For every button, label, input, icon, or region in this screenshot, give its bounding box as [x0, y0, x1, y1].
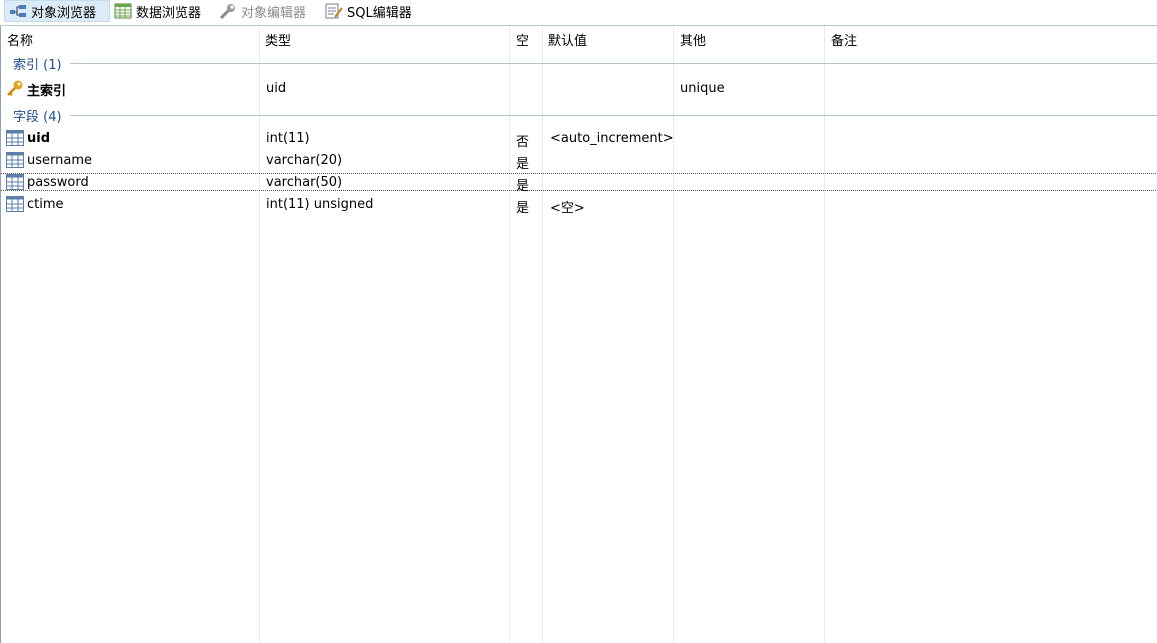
index-name: 主索引 — [27, 84, 67, 99]
object-browser-label: 对象浏览器 — [31, 5, 97, 21]
column-header-name[interactable]: 名称 — [7, 30, 33, 49]
field-type: varchar(20) — [266, 153, 343, 168]
field-name: uid — [27, 131, 51, 146]
selected-row-outline — [1, 173, 1156, 191]
section-divider — [70, 115, 1157, 116]
object-editor-tab[interactable]: 对象编辑器 — [219, 0, 306, 22]
field-default: <auto_increment> — [550, 131, 674, 146]
field-default: <空> — [550, 201, 585, 216]
field-null: 否 — [516, 135, 530, 150]
key-icon — [6, 80, 24, 96]
data-browser-tab[interactable]: 数据浏览器 — [114, 0, 201, 22]
wrench-icon — [219, 3, 237, 20]
column-header-comment[interactable]: 备注 — [831, 30, 857, 49]
field-name: password — [27, 175, 89, 190]
field-name: username — [27, 153, 92, 168]
field-name: ctime — [27, 197, 64, 212]
col-divider — [824, 26, 825, 643]
section-divider — [70, 63, 1157, 64]
field-null: 是 — [516, 179, 530, 194]
index-type: uid — [266, 81, 287, 96]
sql-editor-label: SQL编辑器 — [347, 5, 412, 21]
field-type: int(11) unsigned — [266, 197, 374, 212]
column-icon — [6, 130, 24, 146]
object-browser-icon — [9, 3, 27, 19]
object-browser-tab[interactable]: 对象浏览器 — [4, 0, 110, 22]
object-editor-label: 对象编辑器 — [241, 5, 307, 21]
column-header-default[interactable]: 默认值 — [548, 30, 587, 49]
column-icon — [6, 196, 24, 212]
data-browser-icon — [114, 3, 132, 19]
field-type: varchar(50) — [266, 175, 343, 190]
col-divider — [259, 26, 260, 643]
col-divider — [673, 26, 674, 643]
field-null: 是 — [516, 157, 530, 172]
column-header-type[interactable]: 类型 — [265, 30, 291, 49]
column-icon — [6, 174, 24, 190]
column-icon — [6, 152, 24, 168]
column-header-null[interactable]: 空 — [516, 30, 529, 49]
field-type: int(11) — [266, 131, 310, 146]
sql-editor-icon — [325, 3, 343, 19]
data-browser-label: 数据浏览器 — [136, 5, 202, 21]
grid-left-border — [0, 26, 1, 643]
indexes-section-label[interactable]: 索引 (1) — [13, 54, 62, 73]
object-grid[interactable]: 名称 类型 空 默认值 其他 备注 索引 (1) 主索引 uid unique … — [0, 26, 1157, 643]
col-divider — [509, 26, 510, 643]
col-divider — [542, 26, 543, 643]
fields-section-label[interactable]: 字段 (4) — [13, 106, 62, 125]
field-null: 是 — [516, 201, 530, 216]
sql-editor-tab[interactable]: SQL编辑器 — [325, 0, 412, 22]
toolbar: 对象浏览器 数据浏览器 对象编辑器 SQL编辑器 — [0, 0, 1157, 24]
index-other: unique — [680, 81, 725, 96]
column-header-other[interactable]: 其他 — [680, 30, 706, 49]
